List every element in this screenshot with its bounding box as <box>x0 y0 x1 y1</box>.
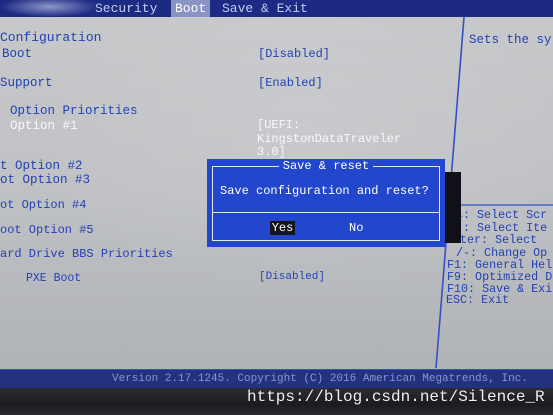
version-text: Version 2.17.1245. Copyright (C) 2016 Am… <box>112 373 528 385</box>
no-button[interactable]: No <box>349 221 363 235</box>
dialog-title: Save & reset <box>207 159 445 173</box>
dialog-separator <box>213 212 439 213</box>
help-key-esc: ESC: Exit <box>446 293 510 307</box>
dialog-title-text: Save & reset <box>278 159 374 173</box>
yes-button[interactable]: Yes <box>270 221 295 235</box>
watermark: https://blog.csdn.net/Silence_R <box>247 388 545 406</box>
help-description: Sets the sy <box>469 33 552 47</box>
dialog-message: Save configuration and reset? <box>220 184 429 198</box>
version-bar: Version 2.17.1245. Copyright (C) 2016 Am… <box>0 369 553 388</box>
dialog-frame <box>212 166 440 241</box>
save-reset-dialog: Save & reset Save configuration and rese… <box>207 159 445 247</box>
bios-screen: Security Boot Save & Exit Configuration … <box>0 0 553 388</box>
